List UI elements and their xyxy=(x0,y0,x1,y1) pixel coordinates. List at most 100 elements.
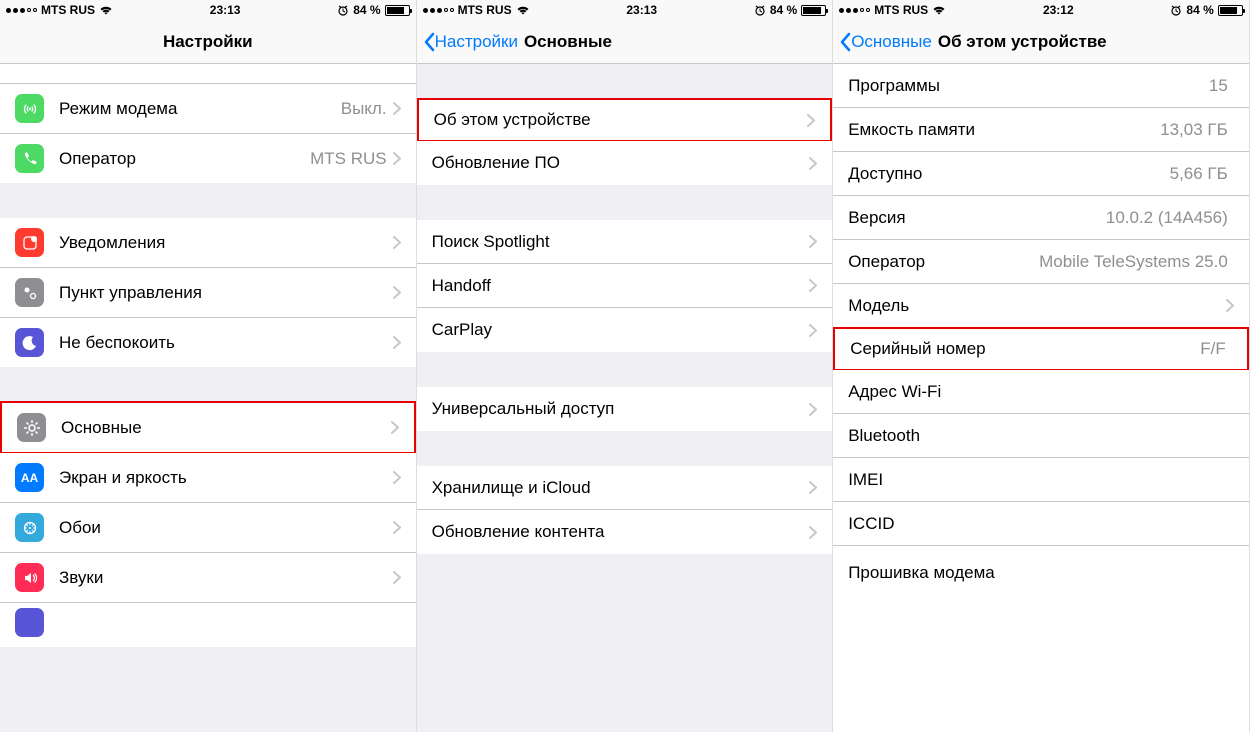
signal-dots-icon xyxy=(423,8,454,13)
list-item-serial[interactable]: Серийный номер F /F xyxy=(833,327,1249,371)
list-item-apps[interactable]: Программы 15 xyxy=(833,64,1249,108)
chevron-left-icon xyxy=(839,32,851,52)
list-item-software-update[interactable]: Обновление ПО xyxy=(417,141,833,185)
section-gap xyxy=(417,431,833,466)
list-item-modem[interactable]: Прошивка модема xyxy=(833,546,1249,590)
list-item-wifi-address[interactable]: Адрес Wi‑Fi xyxy=(833,370,1249,414)
list-item-handoff[interactable]: Handoff xyxy=(417,264,833,308)
list-item-wallpaper[interactable]: Обои xyxy=(0,503,416,553)
status-bar: MTS RUS 23:13 84 % xyxy=(0,0,416,20)
alarm-icon xyxy=(337,4,349,16)
modem-label: Прошивка модема xyxy=(848,563,1228,583)
general-label: Основные xyxy=(61,418,391,438)
list-item-capacity[interactable]: Емкость памяти 13,03 ГБ xyxy=(833,108,1249,152)
chevron-right-icon xyxy=(393,336,401,349)
signal-dots-icon xyxy=(839,8,870,13)
list-item-bluetooth[interactable]: Bluetooth xyxy=(833,414,1249,458)
status-bar: MTS RUS 23:13 84 % xyxy=(417,0,833,20)
screen-settings: MTS RUS 23:13 84 % Настройки Режим модем… xyxy=(0,0,417,732)
chevron-right-icon xyxy=(809,526,817,539)
available-value: 5,66 ГБ xyxy=(1170,164,1228,184)
chevron-right-icon xyxy=(393,471,401,484)
list-item-storage[interactable]: Хранилище и iCloud xyxy=(417,466,833,510)
chevron-right-icon xyxy=(1226,299,1234,312)
capacity-value: 13,03 ГБ xyxy=(1160,120,1228,140)
moon-icon xyxy=(15,328,44,357)
list-item-general[interactable]: Основные xyxy=(0,401,416,454)
accessibility-label: Универсальный доступ xyxy=(432,399,810,419)
list-item-sounds[interactable]: Звуки xyxy=(0,553,416,603)
list-item-available[interactable]: Доступно 5,66 ГБ xyxy=(833,152,1249,196)
chevron-right-icon xyxy=(807,114,815,127)
section-gap xyxy=(417,185,833,220)
chevron-right-icon xyxy=(809,324,817,337)
back-button[interactable]: Настройки xyxy=(417,32,518,52)
list-item-display[interactable]: AA Экран и яркость xyxy=(0,453,416,503)
sounds-label: Звуки xyxy=(59,568,393,588)
section-gap xyxy=(0,367,416,402)
list-item-operator[interactable]: Оператор Mobile TeleSystems 25.0 xyxy=(833,240,1249,284)
section-gap xyxy=(417,352,833,387)
carplay-label: CarPlay xyxy=(432,320,810,340)
wifi-icon xyxy=(516,5,530,15)
carrier-label: MTS RUS xyxy=(874,3,928,17)
serial-label: Серийный номер xyxy=(850,339,1186,359)
nav-bar: Основные Об этом устройстве xyxy=(833,20,1249,64)
handoff-label: Handoff xyxy=(432,276,810,296)
list-item-carrier[interactable]: Оператор MTS RUS xyxy=(0,134,416,183)
list-item-iccid[interactable]: ICCID xyxy=(833,502,1249,546)
gear-icon xyxy=(17,413,46,442)
control-center-label: Пункт управления xyxy=(59,283,393,303)
back-button[interactable]: Основные xyxy=(833,32,932,52)
chevron-right-icon xyxy=(809,157,817,170)
update-label: Обновление ПО xyxy=(432,153,810,173)
nav-bar: Настройки Основные xyxy=(417,20,833,64)
display-icon: AA xyxy=(15,463,44,492)
refresh-label: Обновление контента xyxy=(432,522,810,542)
battery-pct-label: 84 % xyxy=(353,3,380,17)
list-item-about[interactable]: Об этом устройстве xyxy=(417,98,833,142)
battery-pct-label: 84 % xyxy=(770,3,797,17)
wallpaper-label: Обои xyxy=(59,518,393,538)
chevron-right-icon xyxy=(809,235,817,248)
list-item-hotspot[interactable]: Режим модема Выкл. xyxy=(0,84,416,134)
clock-label: 23:13 xyxy=(210,3,241,17)
list-item-dnd[interactable]: Не беспокоить xyxy=(0,318,416,367)
chevron-right-icon xyxy=(809,481,817,494)
carrier-label: MTS RUS xyxy=(458,3,512,17)
battery-icon xyxy=(801,5,826,16)
serial-value2: /F xyxy=(1211,339,1226,359)
list-item-notifications[interactable]: Уведомления xyxy=(0,218,416,268)
about-list[interactable]: Программы 15 Емкость памяти 13,03 ГБ Дос… xyxy=(833,64,1249,732)
page-title: Об этом устройстве xyxy=(938,32,1107,52)
siri-icon xyxy=(15,608,44,637)
list-item-model[interactable]: Модель xyxy=(833,284,1249,328)
section-gap xyxy=(0,183,416,218)
wifi-icon xyxy=(99,5,113,15)
capacity-label: Емкость памяти xyxy=(848,120,1160,140)
chevron-right-icon xyxy=(393,571,401,584)
list-item-imei[interactable]: IMEI xyxy=(833,458,1249,502)
operator-label: Оператор xyxy=(848,252,1039,272)
version-value: 10.0.2 (14A456) xyxy=(1106,208,1228,228)
storage-label: Хранилище и iCloud xyxy=(432,478,810,498)
list-item-version[interactable]: Версия 10.0.2 (14A456) xyxy=(833,196,1249,240)
serial-value: F xyxy=(1200,339,1210,359)
list-item-spotlight[interactable]: Поиск Spotlight xyxy=(417,220,833,264)
hotspot-icon xyxy=(15,94,44,123)
about-label: Об этом устройстве xyxy=(434,110,808,130)
list-item-accessibility[interactable]: Универсальный доступ xyxy=(417,387,833,431)
bt-label: Bluetooth xyxy=(848,426,1228,446)
list-item-partial-bottom[interactable] xyxy=(0,603,416,647)
section-gap xyxy=(417,64,833,99)
list-item-background-refresh[interactable]: Обновление контента xyxy=(417,510,833,554)
chevron-right-icon xyxy=(393,286,401,299)
general-list[interactable]: Об этом устройстве Обновление ПО Поиск S… xyxy=(417,64,833,732)
chevron-right-icon xyxy=(393,152,401,165)
signal-dots-icon xyxy=(6,8,37,13)
list-item-carplay[interactable]: CarPlay xyxy=(417,308,833,352)
screen-general: MTS RUS 23:13 84 % Настройки Основные Об… xyxy=(417,0,834,732)
list-item-control-center[interactable]: Пункт управления xyxy=(0,268,416,318)
display-label: Экран и яркость xyxy=(59,468,393,488)
settings-list[interactable]: Режим модема Выкл. Оператор MTS RUS Увед… xyxy=(0,64,416,732)
